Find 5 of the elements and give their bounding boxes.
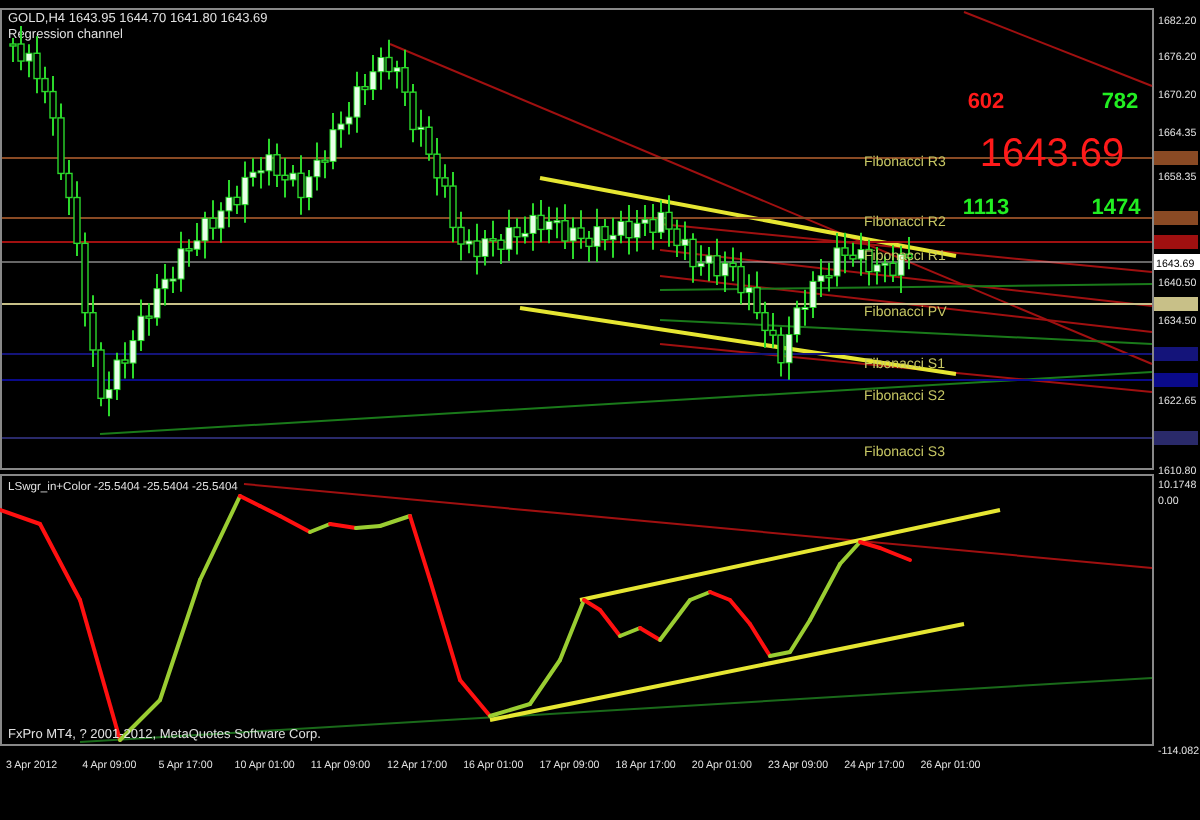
counter-value: 1474 <box>1091 196 1141 220</box>
counter-value: 1113 <box>962 196 1010 220</box>
counter-value: 602 <box>967 90 1005 114</box>
counter-value: 782 <box>1101 90 1139 114</box>
current-price: 1643.69 <box>979 132 1125 176</box>
